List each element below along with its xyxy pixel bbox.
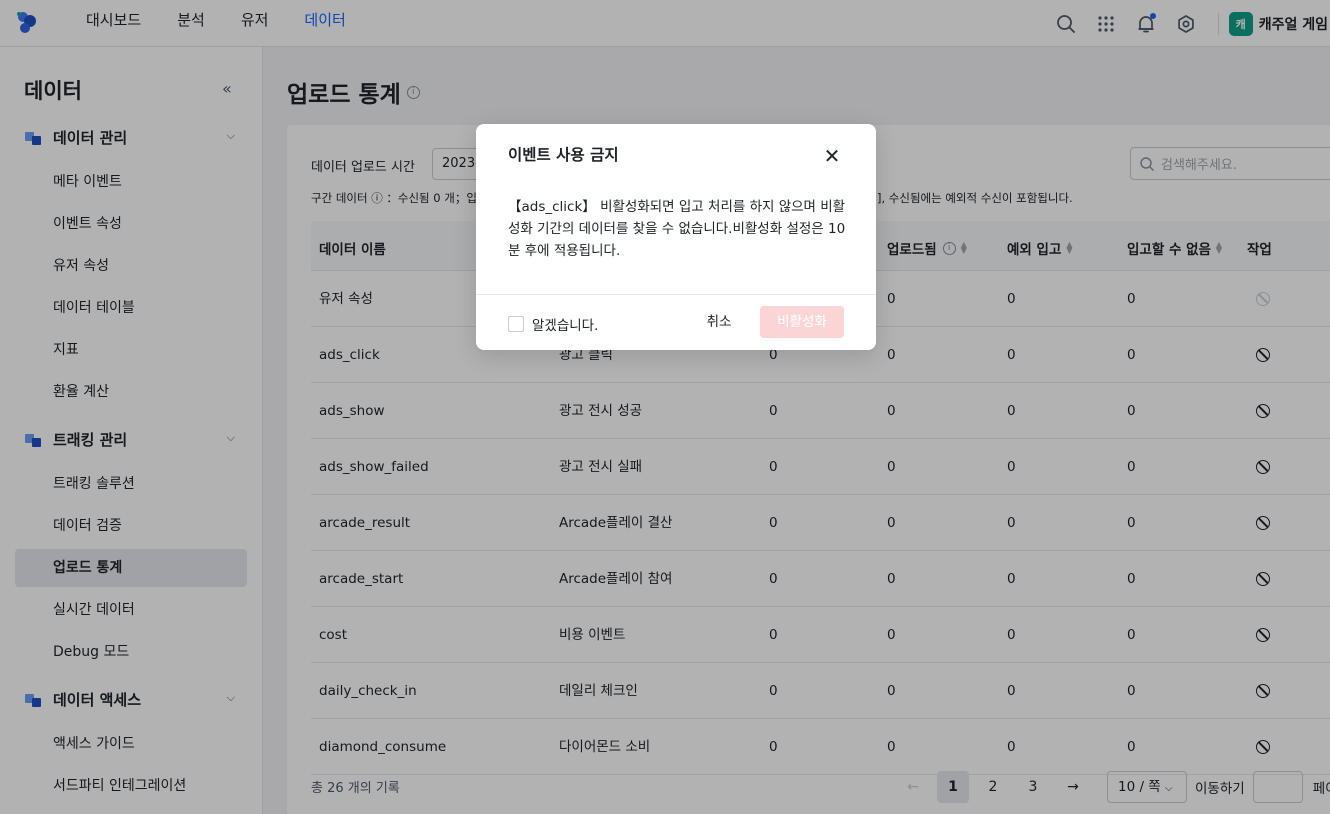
- close-icon[interactable]: ✕: [820, 146, 844, 168]
- deactivate-button[interactable]: 비활성화: [760, 306, 844, 338]
- modal-title: 이벤트 사용 금지: [508, 146, 619, 164]
- acknowledge-label: 알겠습니다.: [532, 318, 599, 334]
- cancel-button[interactable]: 취소: [692, 306, 746, 338]
- acknowledge-checkbox[interactable]: 알겠습니다.: [508, 314, 598, 334]
- modal-overlay[interactable]: [0, 0, 1330, 814]
- checkbox[interactable]: [508, 316, 524, 332]
- disable-event-modal: 이벤트 사용 금지 ✕ 【ads_click】 비활성화되면 입고 처리를 하지…: [476, 124, 876, 350]
- modal-message: 【ads_click】 비활성화되면 입고 처리를 하지 않으며 비활성화 기간…: [508, 199, 846, 259]
- divider: [476, 294, 876, 295]
